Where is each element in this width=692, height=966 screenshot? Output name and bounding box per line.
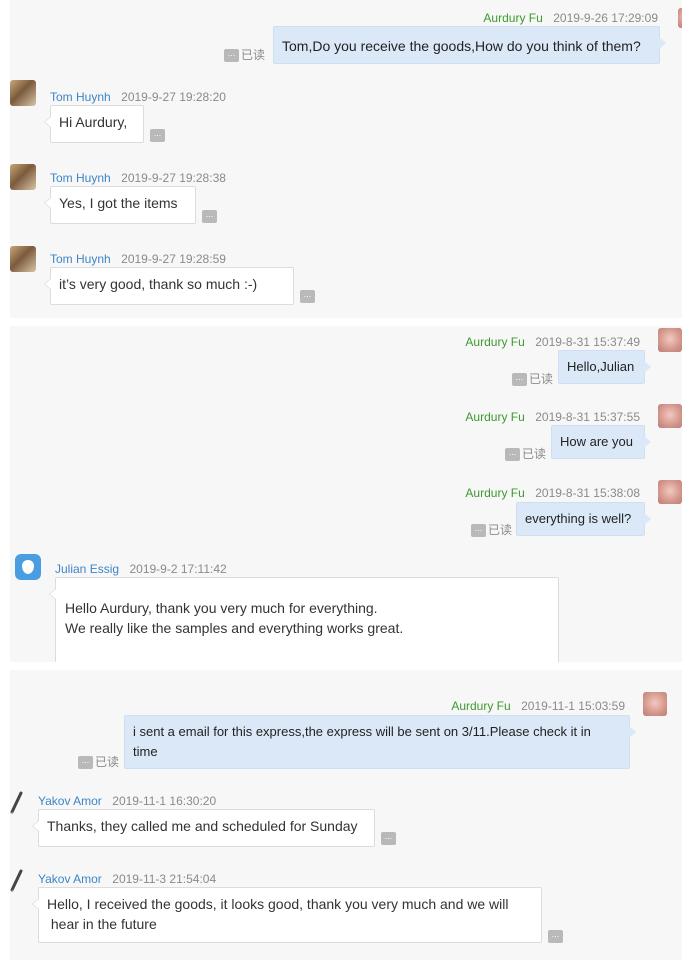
avatar[interactable]: [15, 554, 41, 580]
read-receipt: ... 已读: [224, 46, 265, 63]
message-header: Aurdury Fu 2019-8-31 15:37:55: [465, 408, 640, 426]
message-text: Thanks, they called me and scheduled for…: [47, 818, 358, 834]
message-bubble[interactable]: Hello Aurdury, thank you very much for e…: [49, 577, 559, 662]
read-receipt: ... 已读: [78, 753, 119, 770]
chat-panel-julian: Aurdury Fu 2019-8-31 15:37:49 Hello,Juli…: [10, 326, 682, 662]
message-bubble[interactable]: everything is well?: [516, 502, 651, 536]
message-bubble[interactable]: i sent a email for this express,the expr…: [124, 715, 636, 769]
message-header: Tom Huynh 2019-9-27 19:28:20: [50, 88, 226, 106]
message-bubble[interactable]: Hi Aurdury,: [44, 105, 144, 143]
more-options-icon[interactable]: ...: [471, 524, 486, 538]
message-bubble[interactable]: Tom,Do you receive the goods,How do you …: [273, 26, 666, 64]
message-text-line: We really like the samples and everythin…: [65, 620, 404, 636]
sender-name[interactable]: Aurdury Fu: [451, 699, 510, 713]
avatar[interactable]: [658, 328, 682, 352]
sender-name[interactable]: Julian Essig: [55, 562, 119, 576]
message-time: 2019-9-27 19:28:59: [121, 252, 226, 266]
message-text: Yes, I got the items: [59, 195, 178, 211]
more-options-icon[interactable]: ...: [512, 373, 527, 387]
message-time: 2019-9-27 19:28:38: [121, 171, 226, 185]
message-text: it’s very good, thank so much :-): [59, 276, 258, 292]
message-time: 2019-11-1 15:03:59: [521, 699, 625, 713]
message-header: Aurdury Fu 2019-8-31 15:38:08: [465, 484, 640, 502]
sender-name[interactable]: Aurdury Fu: [465, 410, 524, 424]
read-label: 已读: [529, 372, 554, 386]
more-options-icon[interactable]: ...: [381, 832, 396, 845]
read-label: 已读: [95, 755, 120, 769]
avatar[interactable]: [10, 246, 36, 272]
chat-panel-tom: Aurdury Fu 2019-9-26 17:29:09 Tom,Do you…: [10, 0, 682, 318]
message-time: 2019-11-3 21:54:04: [112, 872, 217, 886]
message-bubble[interactable]: Yes, I got the items: [44, 186, 196, 224]
message-time: 2019-11-1 16:30:20: [112, 794, 217, 808]
message-text: Tom,Do you receive the goods,How do you …: [282, 38, 641, 54]
message-text-line: Hello Aurdury, thank you very much for e…: [65, 600, 378, 616]
read-label: 已读: [241, 48, 266, 62]
sender-name[interactable]: Aurdury Fu: [465, 486, 524, 500]
avatar[interactable]: [643, 692, 667, 716]
message-header: Aurdury Fu 2019-11-1 15:03:59: [451, 697, 625, 715]
sender-name[interactable]: Aurdury Fu: [465, 335, 524, 349]
more-options-icon[interactable]: ...: [505, 448, 520, 462]
sender-name[interactable]: Aurdury Fu: [483, 11, 542, 25]
more-options-icon[interactable]: ...: [202, 210, 217, 223]
message-header: Aurdury Fu 2019-8-31 15:37:49: [465, 333, 640, 351]
sender-name[interactable]: Tom Huynh: [50, 252, 111, 266]
chat-panel-yakov: Aurdury Fu 2019-11-1 15:03:59 i sent a e…: [10, 670, 682, 960]
message-bubble[interactable]: Hello,Julian: [558, 350, 651, 384]
avatar[interactable]: [658, 480, 682, 504]
message-header: Yakov Amor 2019-11-1 16:30:20: [38, 792, 216, 810]
message-time: 2019-8-31 15:37:55: [535, 410, 640, 424]
sender-name[interactable]: Tom Huynh: [50, 171, 111, 185]
pen-icon: [10, 791, 23, 814]
avatar[interactable]: [10, 164, 36, 190]
read-receipt: ... 已读: [471, 521, 512, 538]
avatar[interactable]: [10, 790, 24, 814]
read-label: 已读: [522, 447, 547, 461]
message-header: Yakov Amor 2019-11-3 21:54:04: [38, 870, 216, 888]
message-text: everything is well?: [525, 511, 632, 526]
message-header: Tom Huynh 2019-9-27 19:28:59: [50, 250, 226, 268]
more-options-icon[interactable]: ...: [300, 290, 315, 303]
message-bubble[interactable]: Hello, I received the goods, it looks go…: [32, 887, 542, 943]
pen-icon: [10, 869, 23, 892]
avatar[interactable]: [678, 8, 682, 28]
sender-name[interactable]: Tom Huynh: [50, 90, 111, 104]
read-label: 已读: [488, 523, 513, 537]
message-bubble[interactable]: Thanks, they called me and scheduled for…: [32, 809, 375, 847]
avatar[interactable]: [10, 868, 24, 892]
read-receipt: ... 已读: [505, 445, 546, 462]
message-time: 2019-9-27 19:28:20: [121, 90, 226, 104]
message-text: Hello,Julian: [567, 359, 635, 374]
message-bubble[interactable]: it’s very good, thank so much :-): [44, 267, 294, 305]
message-header: Tom Huynh 2019-9-27 19:28:38: [50, 169, 226, 187]
more-options-icon[interactable]: ...: [150, 129, 165, 142]
message-header: Julian Essig 2019-9-2 17:11:42: [55, 560, 227, 578]
more-options-icon[interactable]: ...: [78, 756, 93, 770]
message-time: 2019-9-2 17:11:42: [129, 562, 227, 576]
read-receipt: ... 已读: [512, 370, 553, 387]
message-text: Hi Aurdury,: [59, 114, 128, 130]
sender-name[interactable]: Yakov Amor: [38, 872, 102, 886]
message-time: 2019-8-31 15:37:49: [535, 335, 640, 349]
message-text-line: i sent a email for this express,the expr…: [133, 724, 591, 739]
message-text-line: Hello, I received the goods, it looks go…: [47, 896, 509, 912]
more-options-icon[interactable]: ...: [224, 49, 239, 63]
avatar[interactable]: [10, 80, 36, 106]
message-text: How are you: [560, 434, 633, 449]
message-text-line: hear in the future: [47, 916, 157, 932]
message-bubble[interactable]: How are you: [551, 425, 651, 459]
message-text-line: time: [133, 744, 158, 759]
sender-name[interactable]: Yakov Amor: [38, 794, 102, 808]
message-header: Aurdury Fu 2019-9-26 17:29:09: [483, 9, 658, 27]
message-time: 2019-8-31 15:38:08: [535, 486, 640, 500]
avatar[interactable]: [658, 404, 682, 428]
more-options-icon[interactable]: ...: [548, 930, 563, 943]
message-time: 2019-9-26 17:29:09: [553, 11, 658, 25]
